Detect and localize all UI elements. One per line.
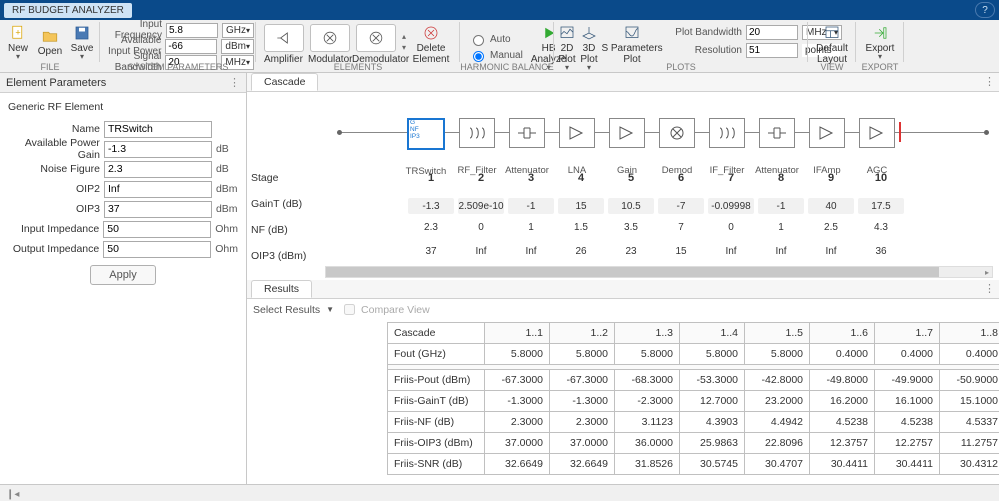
element-modulator[interactable] [310, 24, 350, 52]
cascade-tab-menu[interactable]: ⋮ [984, 75, 995, 88]
status-back-icon[interactable]: ❙◂ [6, 489, 19, 500]
plot-resolution-input[interactable] [746, 43, 798, 58]
system-input-0[interactable] [166, 23, 218, 38]
delete-element-button[interactable]: Delete Element [408, 22, 454, 67]
cascade-gain-7[interactable]: -1 [758, 198, 804, 214]
group-label-view: VIEW [808, 62, 856, 72]
cascade-gain-9[interactable]: 17.5 [858, 198, 904, 214]
compare-view-checkbox[interactable]: Compare View [340, 301, 430, 318]
apply-button[interactable]: Apply [90, 265, 156, 285]
results-table: Cascade1..11..21..31..41..51..61..71..81… [387, 322, 999, 475]
results-tab-menu[interactable]: ⋮ [984, 282, 995, 295]
new-button[interactable]: + New▾ [2, 22, 34, 61]
element-heading: Generic RF Element [8, 101, 238, 113]
group-label-system: SYSTEM PARAMETERS [100, 62, 256, 72]
element-parameters-panel: Element Parameters ⋮ Generic RF Element … [0, 73, 247, 484]
plot-bandwidth-input[interactable] [746, 25, 798, 40]
cascade-tabbar: Cascade ⋮ [247, 73, 999, 92]
cascade-hscroll[interactable]: ◂ ▸ [325, 266, 993, 278]
group-label-elements: ELEMENTS [256, 62, 460, 72]
element-demodulator[interactable] [356, 24, 396, 52]
group-label-harmonic: HARMONIC BALANCE [460, 62, 554, 72]
tab-results[interactable]: Results [251, 280, 312, 298]
param-input-4[interactable] [104, 201, 212, 218]
element-amplifier[interactable] [264, 24, 304, 52]
param-input-1[interactable] [104, 141, 212, 158]
topology-block-AGC[interactable]: AGC [859, 118, 895, 148]
tab-cascade[interactable]: Cascade [251, 73, 318, 91]
element-parameters-title: Element Parameters [6, 77, 106, 89]
topology-block-RF_Filter[interactable]: RF_Filter [459, 118, 495, 148]
group-label-export: EXPORT [856, 62, 904, 72]
topology-block-Demod[interactable]: Demod [659, 118, 695, 148]
app-title: RF BUDGET ANALYZER [4, 3, 132, 18]
select-results-dropdown[interactable]: ▼ [326, 305, 334, 314]
param-input-5[interactable] [103, 221, 211, 238]
cascade-gain-2[interactable]: -1 [508, 198, 554, 214]
group-label-file: FILE [0, 62, 100, 72]
panel-menu-icon[interactable]: ⋮ [229, 76, 240, 89]
cascade-gain-5[interactable]: -7 [658, 198, 704, 214]
open-button[interactable]: Open [34, 25, 66, 59]
param-input-2[interactable] [104, 161, 212, 178]
cascade-gain-6[interactable]: -0.09998 [708, 198, 754, 214]
radio-manual[interactable]: Manual [468, 48, 523, 62]
cascade-gain-3[interactable]: 15 [558, 198, 604, 214]
param-input-3[interactable] [104, 181, 212, 198]
radio-auto[interactable]: Auto [468, 32, 523, 46]
cascade-gain-1[interactable]: 2.509e-10 [458, 198, 504, 214]
param-input-6[interactable] [103, 241, 211, 258]
svg-text:+: + [15, 27, 20, 37]
status-bar: ❙◂ [0, 484, 999, 501]
ribbon: + New▾ Open Save▾ FILE Input Frequency G… [0, 20, 999, 73]
system-input-1[interactable] [165, 39, 217, 54]
cascade-gain-4[interactable]: 10.5 [608, 198, 654, 214]
topology-block-Attenuator[interactable]: Attenuator [509, 118, 545, 148]
cascade-gain-0[interactable]: -1.3 [408, 198, 454, 214]
element-gallery-scroll[interactable]: ▴▾ [402, 22, 406, 62]
default-layout-button[interactable]: Default Layout [810, 22, 854, 67]
s-parameters-button[interactable]: S Parameters Plot [600, 22, 664, 67]
cascade-canvas[interactable]: GNFIP3 TRSwitch RF_Filter Attenuator LNA… [247, 92, 999, 280]
cascade-gain-8[interactable]: 40 [808, 198, 854, 214]
topology-block-Gain[interactable]: Gain [609, 118, 645, 148]
topology-block-IFAmp[interactable]: IFAmp [809, 118, 845, 148]
topology-block-IF_Filter[interactable]: IF_Filter [709, 118, 745, 148]
topology-block-LNA[interactable]: LNA [559, 118, 595, 148]
results-tabbar: Results ⋮ [247, 280, 999, 299]
title-bar: RF BUDGET ANALYZER ? [0, 0, 999, 20]
system-unit-0[interactable]: GHz▾ [222, 23, 254, 38]
group-label-plots: PLOTS [554, 62, 808, 72]
help-button[interactable]: ? [975, 2, 995, 18]
system-unit-1[interactable]: dBm▾ [221, 39, 254, 54]
export-button[interactable]: Export▾ [858, 22, 902, 61]
topology-block-TRSwitch[interactable]: GNFIP3 TRSwitch [407, 118, 445, 150]
param-input-0[interactable] [104, 121, 212, 138]
select-results-label: Select Results [253, 304, 320, 316]
save-button[interactable]: Save▾ [66, 22, 98, 61]
topology-block-Attenuator[interactable]: Attenuator [759, 118, 795, 148]
